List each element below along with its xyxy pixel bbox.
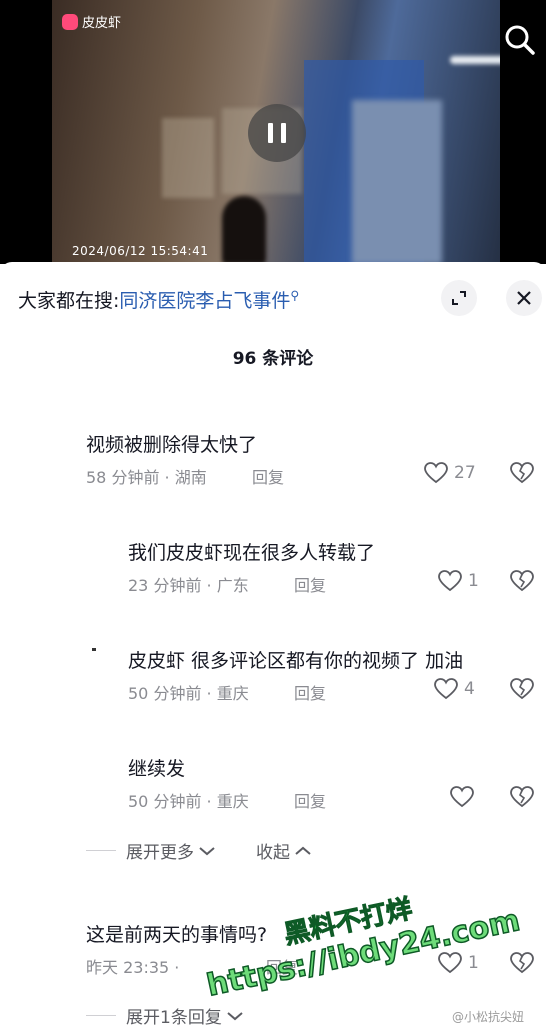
like-button[interactable]: 1 <box>438 952 479 974</box>
heart-icon <box>450 786 474 808</box>
pause-icon <box>268 123 273 143</box>
like-count: 4 <box>464 679 475 699</box>
weibo-watermark: @小松抗尖妞 <box>452 1010 525 1024</box>
search-icon <box>505 25 535 55</box>
video-content <box>450 56 500 64</box>
comment-text: 我们皮皮虾现在很多人转载了 <box>128 542 376 564</box>
heart-icon <box>424 462 448 484</box>
comment-meta: 50 分钟前 · 重庆 <box>128 792 249 811</box>
like-button[interactable] <box>450 786 474 808</box>
reply-button[interactable]: 回复 <box>294 572 326 596</box>
comment-text: 皮皮虾 很多评论区都有你的视频了 加油 <box>128 650 464 672</box>
hot-search-bar[interactable]: 大家都在搜:同济医院李占飞事件⚲ <box>18 286 299 313</box>
comment-meta: 58 分钟前 · 湖南 <box>86 468 207 487</box>
like-count: 1 <box>468 953 479 973</box>
video-logo: 皮皮虾 <box>62 12 121 31</box>
video-timestamp: 2024/06/12 15:54:41 <box>72 244 209 258</box>
like-button[interactable]: 1 <box>438 570 479 592</box>
close-button[interactable] <box>506 280 542 316</box>
hot-search-topic-link[interactable]: 同济医院李占飞事件 <box>119 290 290 312</box>
broken-heart-icon <box>510 570 534 592</box>
comment-count: 96 条评论 <box>232 349 314 369</box>
broken-heart-icon <box>510 678 534 700</box>
video-content <box>222 196 266 264</box>
like-button[interactable]: 27 <box>424 462 476 484</box>
comment-meta: 昨天 23:35 · <box>86 958 180 977</box>
dislike-button[interactable] <box>510 786 534 812</box>
reply-button[interactable]: 回复 <box>294 788 326 812</box>
comment-text: 继续发 <box>128 758 186 780</box>
dislike-button[interactable] <box>510 462 534 488</box>
dislike-button[interactable] <box>510 952 534 978</box>
dislike-button[interactable] <box>510 570 534 596</box>
comment-meta: 23 分钟前 · 广东 <box>128 576 249 595</box>
heart-icon <box>438 952 462 974</box>
pause-button[interactable] <box>248 104 306 162</box>
like-count: 27 <box>454 463 476 483</box>
comment-meta: 50 分钟前 · 重庆 <box>128 684 249 703</box>
reply-button[interactable]: 回复 <box>252 464 284 488</box>
logo-text: 皮皮虾 <box>82 16 122 31</box>
collapse-sheet-button[interactable] <box>441 280 477 316</box>
chevron-down-icon <box>199 846 215 855</box>
search-small-icon: ⚲ <box>290 288 300 303</box>
like-count: 1 <box>468 571 479 591</box>
video-content <box>162 118 214 198</box>
like-button[interactable]: 4 <box>434 678 475 700</box>
decorative-dot <box>92 648 96 651</box>
dislike-button[interactable] <box>510 678 534 704</box>
divider-line <box>86 1015 116 1016</box>
broken-heart-icon <box>510 462 534 484</box>
replies-controls: 展开更多 收起 <box>86 838 312 863</box>
chevron-down-icon <box>227 1011 243 1020</box>
video-player[interactable]: 皮皮虾 2024/06/12 15:54:41 <box>0 0 546 264</box>
reply-button[interactable]: 回复 <box>294 680 326 704</box>
chevron-up-icon <box>295 846 311 855</box>
collapse-replies-button[interactable]: 收起 <box>256 838 290 863</box>
close-icon <box>517 291 531 305</box>
expand-more-button[interactable]: 展开更多 <box>126 838 194 863</box>
collapse-icon <box>452 291 466 305</box>
pause-icon <box>281 123 286 143</box>
app-logo-icon <box>62 13 78 30</box>
replies-controls: 展开1条回复 <box>86 1003 244 1028</box>
comment-text: 视频被删除得太快了 <box>86 434 258 456</box>
hot-search-prefix: 大家都在搜: <box>18 290 120 312</box>
broken-heart-icon <box>510 786 534 808</box>
video-content <box>352 100 442 264</box>
heart-icon <box>438 570 462 592</box>
expand-one-reply-button[interactable]: 展开1条回复 <box>126 1003 222 1028</box>
divider-line <box>86 850 116 851</box>
broken-heart-icon <box>510 952 534 974</box>
search-button[interactable] <box>502 22 538 58</box>
heart-icon <box>434 678 458 700</box>
